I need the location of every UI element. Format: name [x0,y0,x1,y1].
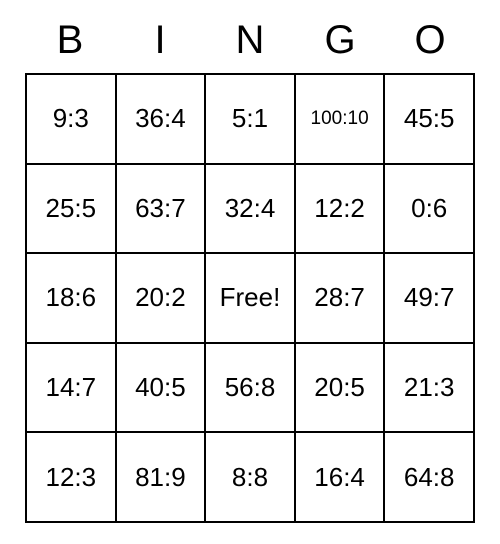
bingo-header-i: I [115,18,205,73]
bingo-cell[interactable]: 12:3 [26,432,116,522]
bingo-header-o: O [385,18,475,73]
bingo-cell[interactable]: 81:9 [116,432,206,522]
bingo-cell[interactable]: 20:2 [116,253,206,343]
bingo-cell[interactable]: 20:5 [295,343,385,433]
bingo-header-b: B [25,18,115,73]
bingo-cell[interactable]: 49:7 [384,253,474,343]
bingo-cell[interactable]: 8:8 [205,432,295,522]
bingo-header-g: G [295,18,385,73]
bingo-cell[interactable]: 36:4 [116,74,206,164]
bingo-cell[interactable]: 56:8 [205,343,295,433]
bingo-cell[interactable]: 45:5 [384,74,474,164]
bingo-cell[interactable]: 18:6 [26,253,116,343]
bingo-cell[interactable]: 32:4 [205,164,295,254]
bingo-cell[interactable]: 9:3 [26,74,116,164]
bingo-cell[interactable]: 64:8 [384,432,474,522]
bingo-card: B I N G O 9:3 36:4 5:1 100:10 45:5 25:5 … [25,18,475,523]
bingo-cell[interactable]: 25:5 [26,164,116,254]
bingo-cell[interactable]: 5:1 [205,74,295,164]
bingo-cell[interactable]: 16:4 [295,432,385,522]
bingo-cell[interactable]: 28:7 [295,253,385,343]
bingo-cell[interactable]: 63:7 [116,164,206,254]
bingo-cell[interactable]: 21:3 [384,343,474,433]
bingo-grid: 9:3 36:4 5:1 100:10 45:5 25:5 63:7 32:4 … [25,73,475,523]
bingo-cell[interactable]: 40:5 [116,343,206,433]
bingo-cell[interactable]: 12:2 [295,164,385,254]
bingo-cell[interactable]: 0:6 [384,164,474,254]
bingo-cell[interactable]: 100:10 [295,74,385,164]
bingo-cell-free[interactable]: Free! [205,253,295,343]
bingo-header-n: N [205,18,295,73]
bingo-cell[interactable]: 14:7 [26,343,116,433]
bingo-header-row: B I N G O [25,18,475,73]
